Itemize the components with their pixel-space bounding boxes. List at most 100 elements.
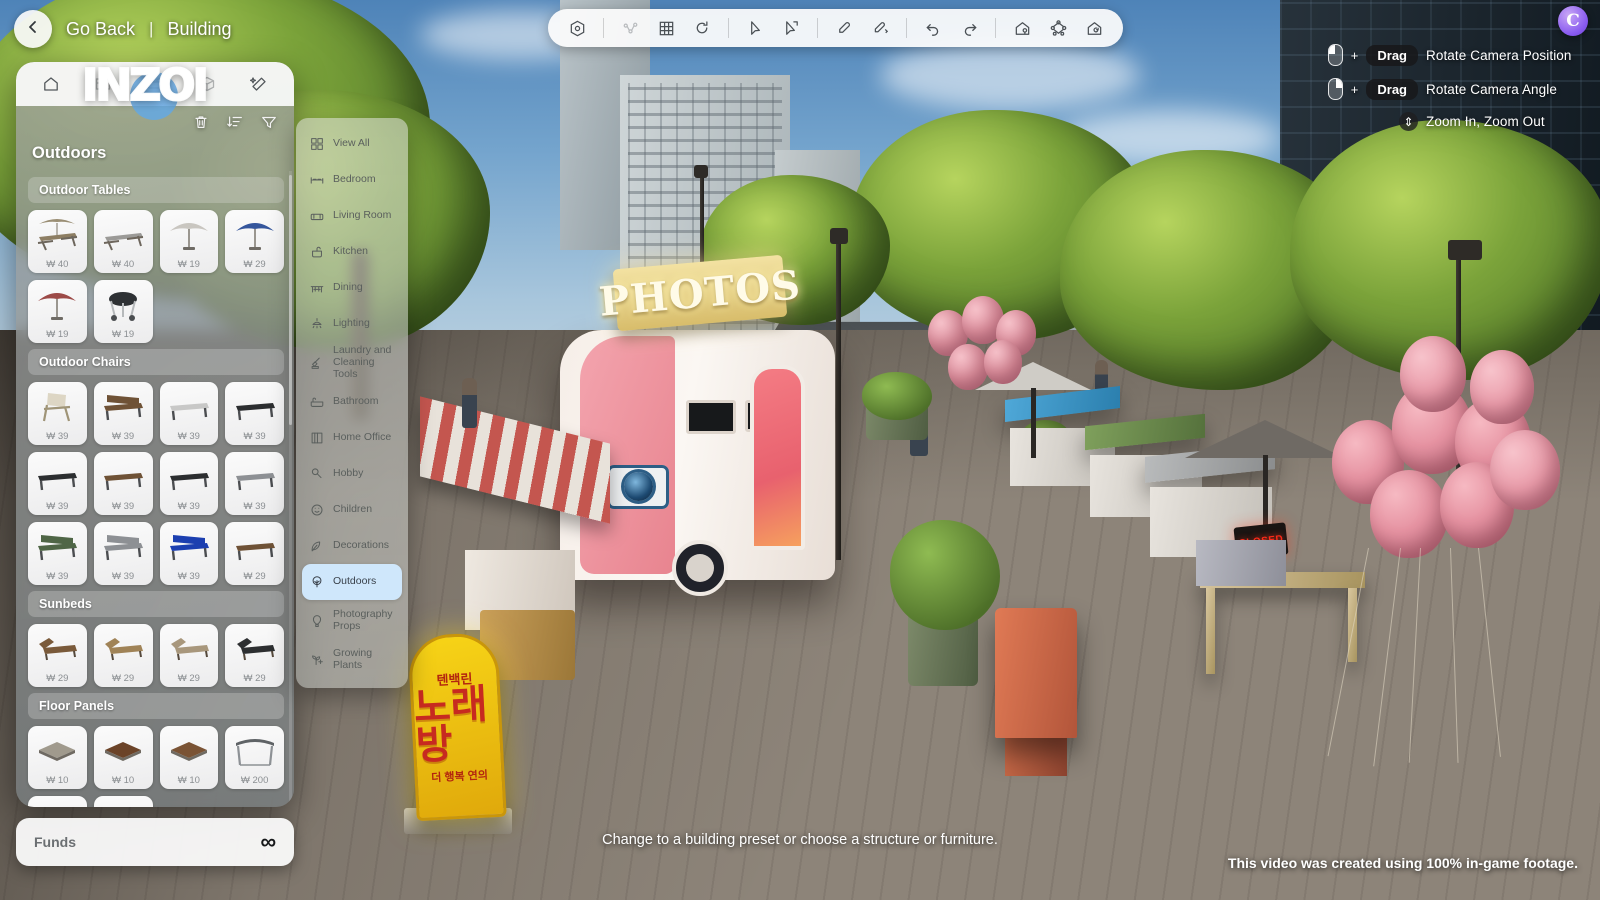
catalog-item[interactable]: ₩ 29 <box>225 522 284 585</box>
category-item-bathroom[interactable]: Bathroom <box>302 384 402 420</box>
rotate-object-icon[interactable] <box>687 13 717 43</box>
catalog-item[interactable]: ₩ 10 <box>94 726 153 789</box>
funds-label: Funds <box>34 834 76 850</box>
undo-icon[interactable] <box>918 13 948 43</box>
eyedropper-icon[interactable] <box>829 13 859 43</box>
balloon <box>948 344 988 390</box>
category-item-living-room[interactable]: Living Room <box>302 198 402 234</box>
catalog-item[interactable]: ₩ 40 <box>94 210 153 273</box>
catalog-item-thumbnail <box>94 456 153 496</box>
camera-hint-label: Zoom In, Zoom Out <box>1426 114 1584 129</box>
mop-icon <box>309 355 325 371</box>
catalog-item[interactable] <box>28 796 87 807</box>
category-item-kitchen[interactable]: Kitchen <box>302 234 402 270</box>
catalog-item-thumbnail <box>94 730 153 770</box>
catalog-item-thumbnail <box>160 214 219 254</box>
trash-icon[interactable] <box>192 113 212 133</box>
catalog-item[interactable] <box>94 796 153 807</box>
object-rotate-icon[interactable] <box>562 13 592 43</box>
catalog-item[interactable]: ₩ 29 <box>225 210 284 273</box>
go-back-button[interactable] <box>14 10 52 48</box>
grid-icon[interactable] <box>651 13 681 43</box>
catalog-item[interactable]: ₩ 39 <box>28 452 87 515</box>
catalog-item[interactable]: ₩ 40 <box>28 210 87 273</box>
catalog-item-price: ₩ 29 <box>94 673 153 684</box>
category-item-photography-props[interactable]: Photography Props <box>302 600 402 642</box>
category-item-dining[interactable]: Dining <box>302 270 402 306</box>
magic-wand-tab[interactable] <box>246 71 272 97</box>
blueprint-tab[interactable] <box>90 71 116 97</box>
category-item-bedroom[interactable]: Bedroom <box>302 162 402 198</box>
home-tab[interactable] <box>38 71 64 97</box>
camera-hint-row: ⇕ Zoom In, Zoom Out <box>1399 112 1584 131</box>
funds-value: ∞ <box>260 831 276 853</box>
catalog-item[interactable]: ₩ 39 <box>160 522 219 585</box>
category-item-children[interactable]: Children <box>302 492 402 528</box>
toolbar-divider <box>906 18 907 38</box>
catalog-grid: ₩ 10₩ 10₩ 10₩ 200 <box>26 726 286 807</box>
catalog-item-thumbnail <box>160 730 219 770</box>
house-structure-icon[interactable] <box>1043 13 1073 43</box>
karaoke-sign-bottom-text: 더 행복 연의 <box>431 766 488 785</box>
category-item-label: Growing Plants <box>333 648 395 672</box>
catalog-item[interactable]: ₩ 19 <box>160 210 219 273</box>
house-reset-icon[interactable] <box>1079 13 1109 43</box>
eyedropper-copy-icon[interactable] <box>865 13 895 43</box>
drag-key-badge: Drag <box>1366 45 1418 66</box>
category-item-home-office[interactable]: Home Office <box>302 420 402 456</box>
catalog-groups: Outdoor Tables₩ 40₩ 40₩ 19₩ 29₩ 19₩ 19Ou… <box>26 177 286 807</box>
category-item-view-all[interactable]: View All <box>302 126 402 162</box>
catalog-item[interactable]: ₩ 19 <box>94 280 153 343</box>
patio-umbrella <box>1185 420 1345 458</box>
catalog-item[interactable]: ₩ 39 <box>28 522 87 585</box>
category-item-laundry-and-cleaning-tools[interactable]: Laundry and Cleaning Tools <box>302 342 402 384</box>
catalog-item[interactable]: ₩ 39 <box>94 522 153 585</box>
catalog-item[interactable]: ₩ 200 <box>225 726 284 789</box>
category-item-decorations[interactable]: Decorations <box>302 528 402 564</box>
catalog-item[interactable]: ₩ 39 <box>160 382 219 445</box>
house-furnished-icon[interactable] <box>1007 13 1037 43</box>
catalog-item[interactable]: ₩ 39 <box>28 382 87 445</box>
catalog-item-price: ₩ 10 <box>94 775 153 786</box>
sort-descending-icon[interactable] <box>226 113 246 133</box>
move-cursor-icon[interactable] <box>776 13 806 43</box>
plus-symbol: + <box>1351 82 1359 97</box>
select-cursor-icon[interactable] <box>740 13 770 43</box>
catalog-scroll-area[interactable]: Outdoor Tables₩ 40₩ 40₩ 19₩ 29₩ 19₩ 19Ou… <box>16 171 294 807</box>
sofa-tab[interactable] <box>142 71 168 97</box>
street-lamp-head <box>1448 240 1482 260</box>
catalog-item-price: ₩ 39 <box>28 431 87 442</box>
catalog-item[interactable]: ₩ 29 <box>28 624 87 687</box>
go-back-label[interactable]: Go Back <box>66 19 135 40</box>
catalog-item[interactable]: ₩ 39 <box>160 452 219 515</box>
package-tab[interactable] <box>194 71 220 97</box>
catalog-item[interactable]: ₩ 29 <box>94 624 153 687</box>
category-item-hobby[interactable]: Hobby <box>302 456 402 492</box>
category-item-lighting[interactable]: Lighting <box>302 306 402 342</box>
category-item-outdoors[interactable]: Outdoors <box>302 564 402 600</box>
catalog-item[interactable]: ₩ 39 <box>94 382 153 445</box>
catalog-item[interactable]: ₩ 39 <box>225 382 284 445</box>
filter-icon[interactable] <box>260 113 280 133</box>
redo-icon[interactable] <box>954 13 984 43</box>
catalog-item[interactable]: ₩ 39 <box>225 452 284 515</box>
catalog-item[interactable]: ₩ 39 <box>94 452 153 515</box>
snap-points-icon[interactable] <box>615 13 645 43</box>
category-item-growing-plants[interactable]: Growing Plants <box>302 642 402 678</box>
catalog-item[interactable]: ₩ 29 <box>160 624 219 687</box>
catalog-item[interactable]: ₩ 29 <box>225 624 284 687</box>
catalog-item[interactable]: ₩ 19 <box>28 280 87 343</box>
catalog-item[interactable]: ₩ 10 <box>28 726 87 789</box>
camera-control-hints: + Drag Rotate Camera Position + Drag Rot… <box>1328 44 1584 131</box>
mouse-scroll-icon: ⇕ <box>1399 112 1418 131</box>
scrollbar-thumb[interactable] <box>289 175 292 425</box>
toolbar-divider <box>603 18 604 38</box>
catalog-item-thumbnail <box>28 628 87 668</box>
top-navigation: Go Back | Building <box>14 10 232 48</box>
catalog-item-thumbnail <box>94 386 153 426</box>
catalog-item-thumbnail <box>160 526 219 566</box>
camera-hint-row: + Drag Rotate Camera Position <box>1328 44 1584 66</box>
catalog-item-thumbnail <box>160 386 219 426</box>
catalog-grid: ₩ 29₩ 29₩ 29₩ 29 <box>26 624 286 687</box>
catalog-item[interactable]: ₩ 10 <box>160 726 219 789</box>
